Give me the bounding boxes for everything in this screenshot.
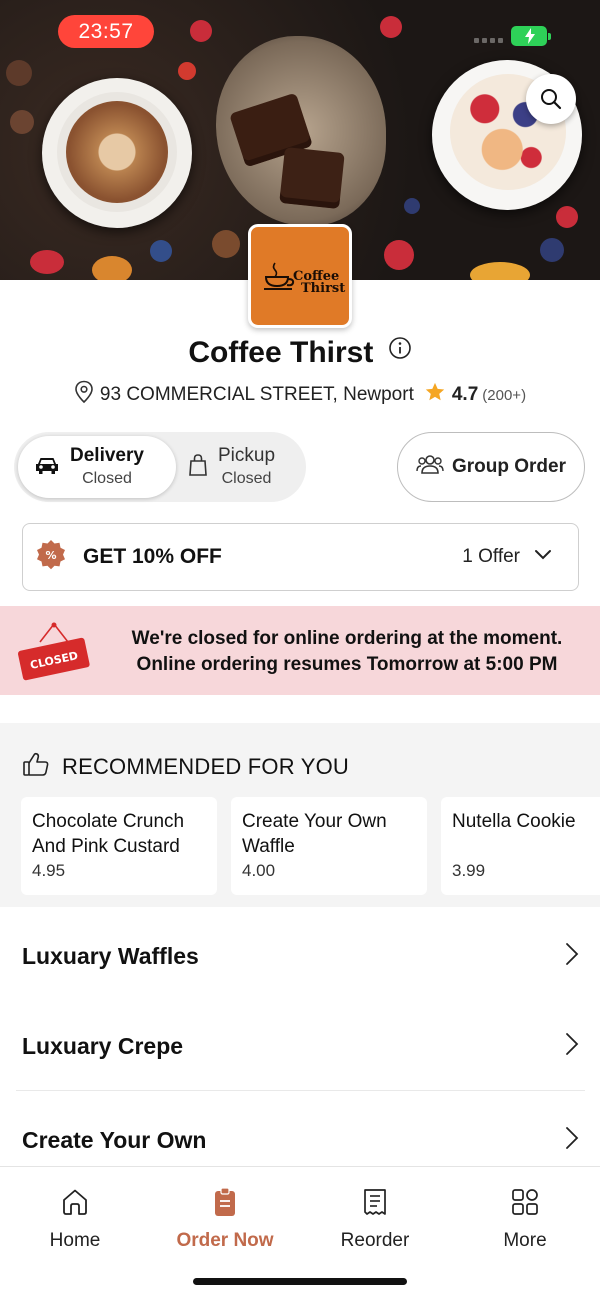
category-name: Create Your Own xyxy=(22,1126,207,1153)
category-row-luxuary-waffles[interactable]: Luxuary Waffles xyxy=(16,910,585,1002)
store-address: 93 COMMERCIAL STREET, Newport xyxy=(99,384,414,405)
group-order-button[interactable]: Group Order xyxy=(397,432,585,502)
pickup-label: Pickup xyxy=(218,445,276,466)
item-price: 3.99 xyxy=(452,861,486,880)
svg-text:%: % xyxy=(45,549,56,562)
pickup-mode-button[interactable]: Pickup Closed xyxy=(184,436,302,498)
home-icon xyxy=(60,1187,90,1222)
grid-icon xyxy=(510,1187,540,1222)
home-indicator xyxy=(193,1278,407,1285)
store-title-row: Coffee Thirst xyxy=(0,336,600,371)
order-mode-toggle: Delivery Closed Pickup Closed xyxy=(14,432,306,502)
thumbs-up-icon xyxy=(22,751,50,783)
closed-notice-line1: We're closed for online ordering at the … xyxy=(131,628,563,649)
store-name: Coffee Thirst xyxy=(188,336,374,369)
offer-dropdown[interactable]: % GET 10% OFF 1 Offer xyxy=(22,523,579,591)
tab-label: Home xyxy=(49,1230,101,1251)
chevron-down-icon xyxy=(534,548,552,566)
logo-wordmark: Coffee Thirst xyxy=(293,269,346,296)
chevron-right-icon xyxy=(565,1032,579,1061)
recommended-header: RECOMMENDED FOR YOU xyxy=(22,751,349,783)
category-row-luxuary-crepe[interactable]: Luxuary Crepe xyxy=(16,1002,585,1091)
discount-badge-icon: % xyxy=(35,539,67,576)
tab-label: Order Now xyxy=(176,1230,274,1251)
search-button[interactable] xyxy=(526,74,576,124)
order-icon xyxy=(210,1187,240,1222)
recommended-section: RECOMMENDED FOR YOU Chocolate Crunch And… xyxy=(0,723,600,907)
recommended-card[interactable]: Chocolate Crunch And Pink Custard 4.95 xyxy=(21,797,217,895)
recommended-card[interactable]: Create Your Own Waffle 4.00 xyxy=(231,797,427,895)
offer-count: 1 Offer xyxy=(462,546,520,567)
tab-label: More xyxy=(503,1230,547,1251)
pickup-status: Closed xyxy=(221,470,272,487)
tab-order-now[interactable]: Order Now xyxy=(165,1187,285,1252)
delivery-label: Delivery xyxy=(70,445,144,466)
group-icon xyxy=(416,452,444,482)
recommended-card[interactable]: Nutella Cookie 3.99 xyxy=(441,797,600,895)
signal-icon xyxy=(474,38,503,43)
category-name: Luxuary Crepe xyxy=(22,1032,184,1059)
tab-more[interactable]: More xyxy=(465,1187,585,1252)
tab-label: Reorder xyxy=(340,1230,410,1251)
battery-charging-icon xyxy=(511,26,551,46)
chevron-right-icon xyxy=(565,942,579,971)
search-icon xyxy=(541,89,562,110)
chevron-right-icon xyxy=(565,1126,579,1155)
closed-notice-text: We're closed for online ordering at the … xyxy=(112,626,582,678)
delivery-status: Closed xyxy=(82,470,132,487)
info-icon[interactable] xyxy=(388,334,412,368)
item-name: Chocolate Crunch And Pink Custard xyxy=(32,811,185,857)
tab-reorder[interactable]: Reorder xyxy=(315,1187,435,1252)
store-logo: Coffee Thirst xyxy=(248,224,352,328)
shopping-bag-icon xyxy=(188,453,208,482)
rating-value: 4.7 xyxy=(451,384,479,405)
recommended-title: RECOMMENDED FOR YOU xyxy=(62,754,349,779)
receipt-icon xyxy=(360,1187,390,1222)
status-time: 23:57 xyxy=(58,15,154,48)
car-icon xyxy=(34,454,60,481)
closed-notice-line2: Online ordering resumes Tomorrow at 5:00… xyxy=(136,654,558,675)
star-icon xyxy=(424,381,446,409)
offer-title: GET 10% OFF xyxy=(83,545,222,568)
item-name: Nutella Cookie xyxy=(452,811,576,832)
item-price: 4.95 xyxy=(32,861,66,880)
delivery-mode-button[interactable]: Delivery Closed xyxy=(18,436,176,498)
store-address-row: 93 COMMERCIAL STREET, Newport 4.7 (200+) xyxy=(0,380,600,410)
review-count: (200+) xyxy=(482,386,527,404)
location-pin-icon xyxy=(74,380,94,410)
item-name: Create Your Own Waffle xyxy=(242,811,387,857)
category-name: Luxuary Waffles xyxy=(22,942,199,969)
tab-home[interactable]: Home xyxy=(15,1187,135,1252)
group-order-label: Group Order xyxy=(451,456,566,477)
closed-notice-banner: CLOSED We're closed for online ordering … xyxy=(0,606,600,695)
coffee-cup-logo-icon xyxy=(264,262,295,290)
item-price: 4.00 xyxy=(242,861,276,880)
closed-sign-icon: CLOSED xyxy=(16,622,92,687)
